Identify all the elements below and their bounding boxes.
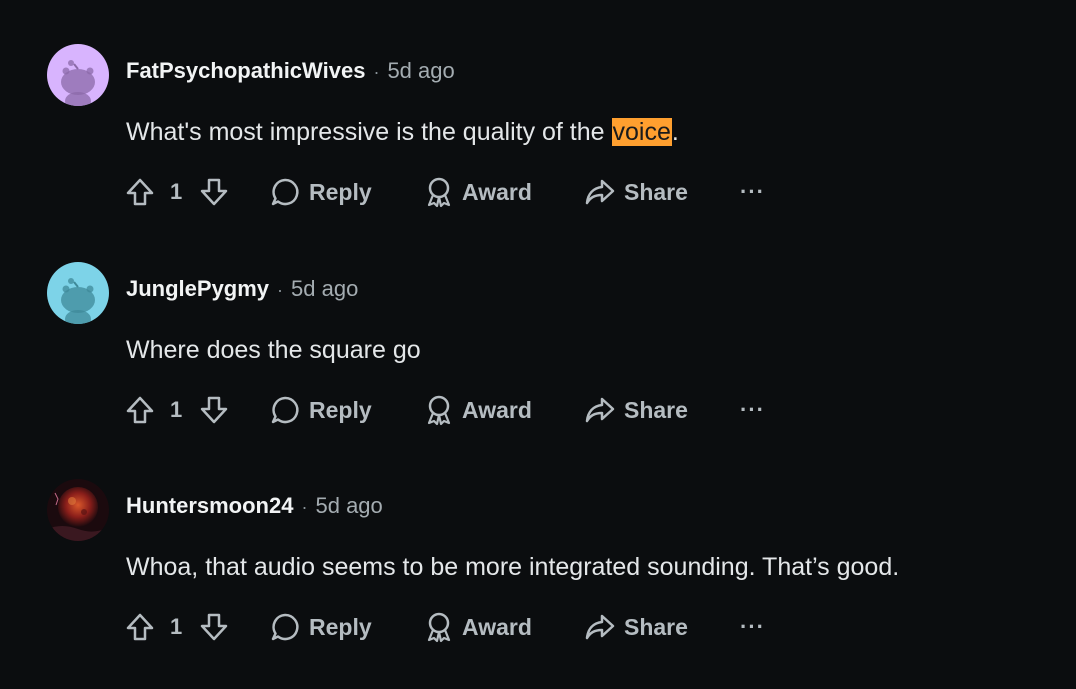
reply-label: Reply	[309, 178, 372, 205]
upvote-icon	[126, 396, 154, 424]
avatar[interactable]	[47, 479, 109, 541]
award-button[interactable]: Award	[424, 607, 532, 647]
share-icon	[585, 614, 615, 640]
username[interactable]: Huntersmoon24	[126, 493, 293, 518]
upvote-icon	[126, 178, 154, 206]
reply-button[interactable]: Reply	[269, 172, 372, 212]
upvote-button[interactable]	[124, 607, 156, 647]
award-button[interactable]: Award	[424, 390, 532, 430]
comment-bubble-icon	[271, 613, 299, 641]
upvote-icon	[126, 613, 154, 641]
more-options-button[interactable]: ···	[740, 390, 765, 430]
comment-bubble-icon	[271, 396, 299, 424]
more-options-button[interactable]: ···	[740, 172, 765, 212]
timestamp[interactable]: 5d ago	[291, 276, 358, 301]
comment: Huntersmoon24 · 5d ago Whoa, that audio se…	[0, 479, 1076, 689]
comment: JunglePygmy · 5d ago Where does the square…	[0, 262, 1076, 472]
award-button[interactable]: Award	[424, 172, 532, 212]
downvote-button[interactable]	[198, 172, 230, 212]
comment-text: What's most impressive is the quality of…	[126, 116, 679, 148]
comment-text: Where does the square go	[126, 336, 421, 364]
separator: ·	[277, 280, 284, 300]
avatar[interactable]	[47, 44, 109, 106]
username[interactable]: FatPsychopathicWives	[126, 58, 365, 83]
share-button[interactable]: Share	[584, 172, 688, 212]
award-label: Award	[462, 613, 532, 640]
snoo-avatar-icon	[47, 44, 109, 106]
downvote-button[interactable]	[198, 607, 230, 647]
award-icon	[427, 177, 451, 208]
reply-button[interactable]: Reply	[269, 607, 372, 647]
comment-meta: Huntersmoon24 · 5d ago	[126, 493, 383, 520]
vote-score: 1	[170, 614, 183, 639]
share-label: Share	[624, 396, 688, 423]
downvote-icon	[200, 178, 228, 206]
comment: FatPsychopathicWives · 5d ago What's most …	[0, 44, 1076, 254]
downvote-icon	[200, 396, 228, 424]
comment-bubble-icon	[271, 178, 299, 206]
reply-label: Reply	[309, 613, 372, 640]
share-button[interactable]: Share	[584, 390, 688, 430]
downvote-icon	[200, 613, 228, 641]
highlighted-text: voice	[611, 118, 672, 146]
timestamp[interactable]: 5d ago	[315, 493, 382, 518]
separator: ·	[301, 497, 308, 517]
separator: ·	[373, 62, 380, 82]
comment-text-part: What's most impressive is the quality of…	[126, 118, 612, 146]
timestamp[interactable]: 5d ago	[387, 58, 454, 83]
share-button[interactable]: Share	[584, 607, 688, 647]
more-options-button[interactable]: ···	[740, 607, 765, 647]
comment-meta: JunglePygmy · 5d ago	[126, 276, 358, 303]
award-icon	[427, 395, 451, 426]
upvote-button[interactable]	[124, 390, 156, 430]
share-label: Share	[624, 613, 688, 640]
reply-label: Reply	[309, 396, 372, 423]
upvote-button[interactable]	[124, 172, 156, 212]
reply-button[interactable]: Reply	[269, 390, 372, 430]
share-label: Share	[624, 178, 688, 205]
award-icon	[427, 612, 451, 643]
award-label: Award	[462, 178, 532, 205]
share-icon	[585, 179, 615, 205]
share-icon	[585, 397, 615, 423]
username[interactable]: JunglePygmy	[126, 276, 269, 301]
comment-meta: FatPsychopathicWives · 5d ago	[126, 58, 455, 85]
vote-score: 1	[170, 397, 183, 422]
downvote-button[interactable]	[198, 390, 230, 430]
comment-text: Whoa, that audio seems to be more integr…	[126, 553, 900, 581]
vote-score: 1	[170, 179, 183, 204]
comment-text-part: .	[671, 118, 679, 146]
snoo-avatar-icon	[47, 262, 109, 324]
blood-moon-avatar-icon	[47, 479, 109, 541]
award-label: Award	[462, 396, 532, 423]
avatar[interactable]	[47, 262, 109, 324]
